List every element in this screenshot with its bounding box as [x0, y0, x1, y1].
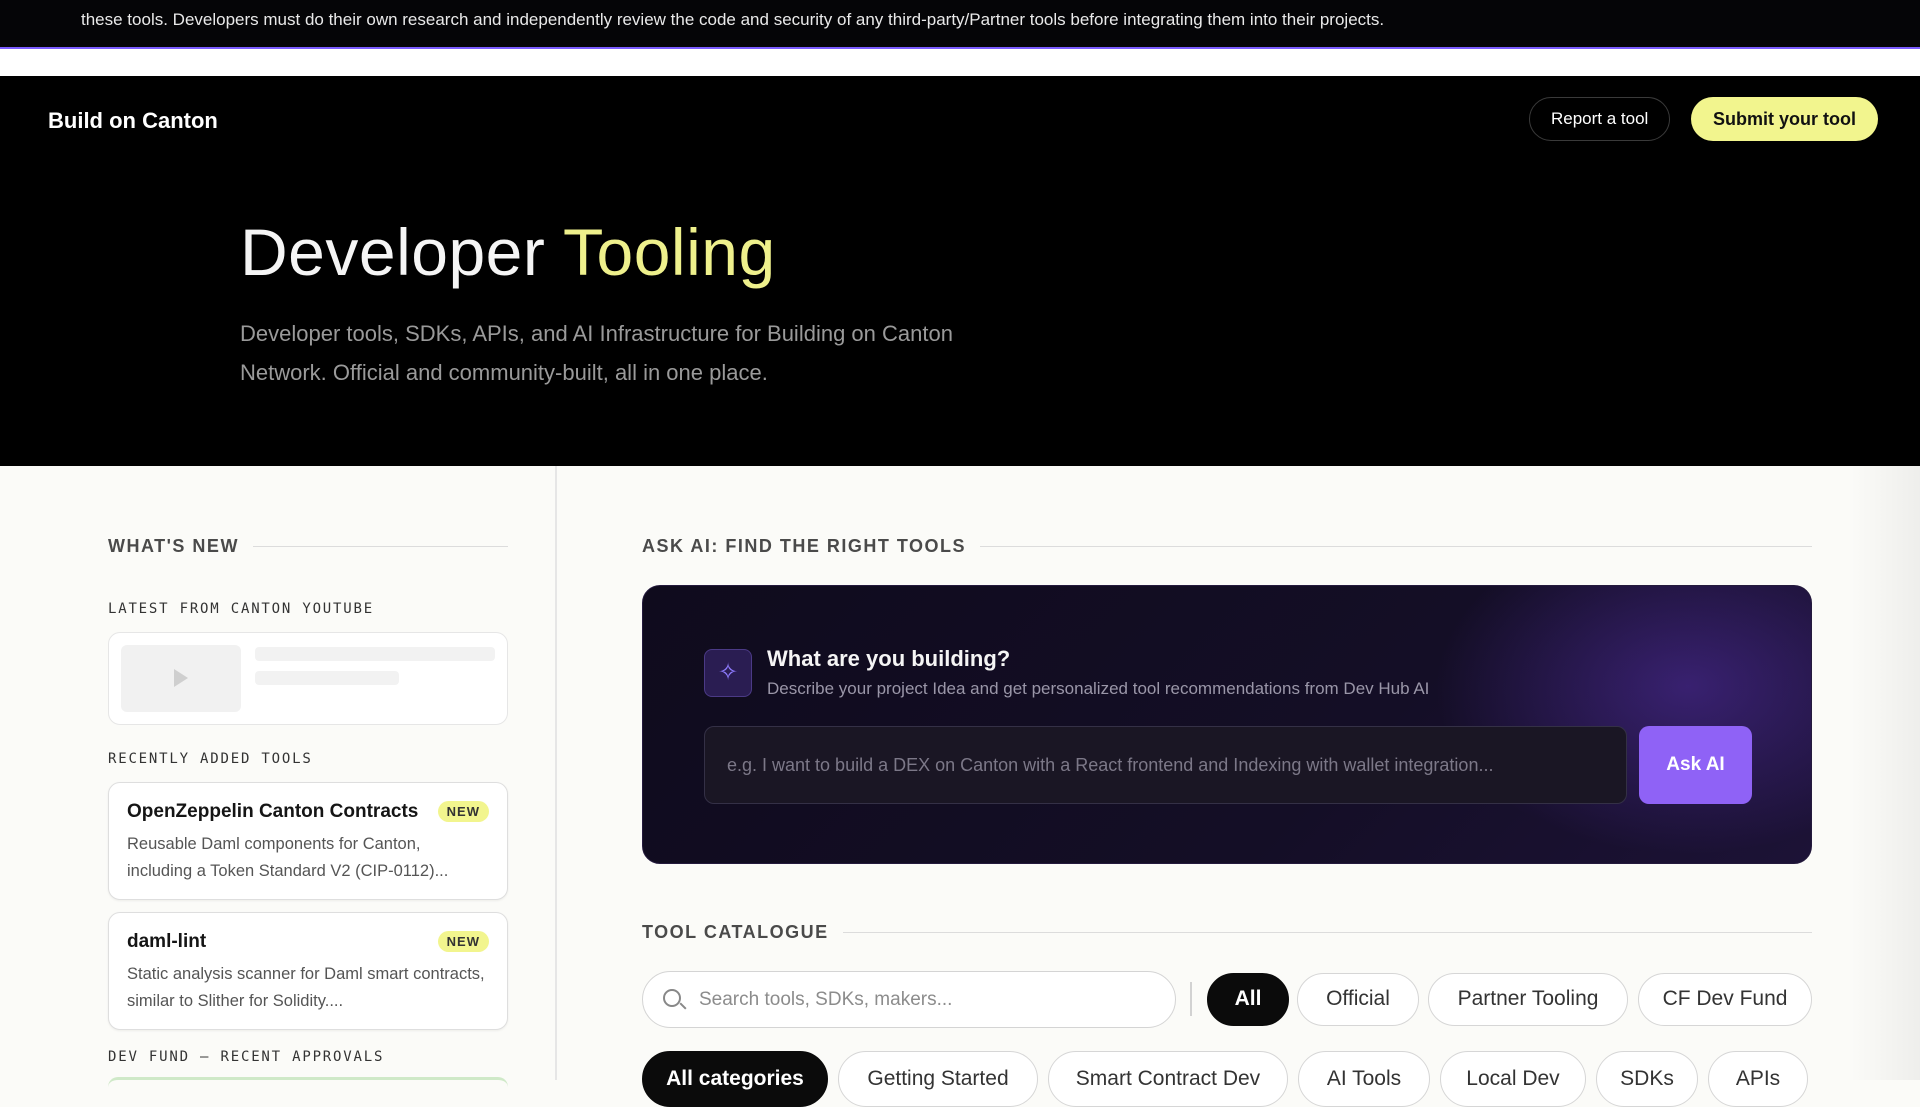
new-badge: NEW: [437, 801, 489, 822]
report-tool-button[interactable]: Report a tool: [1529, 97, 1671, 141]
whats-new-panel: WHAT'S NEW LATEST FROM CANTON YOUTUBE RE…: [0, 466, 557, 1080]
heading-rule: [842, 932, 1812, 933]
youtube-video-card[interactable]: [108, 632, 508, 725]
devfund-card[interactable]: [108, 1077, 508, 1087]
banner-gap: [0, 49, 1920, 76]
catalogue-search: [642, 971, 1176, 1028]
ask-ai-subtitle: Describe your project Idea and get perso…: [767, 679, 1430, 698]
disclaimer-banner: these tools. Developers must do their ow…: [0, 0, 1920, 49]
whats-new-heading: WHAT'S NEW: [108, 536, 508, 557]
ask-ai-input[interactable]: [704, 726, 1627, 804]
filter-cf-dev-fund[interactable]: CF Dev Fund: [1638, 973, 1812, 1026]
tool-description: Reusable Daml components for Canton, inc…: [127, 835, 449, 880]
filter-official[interactable]: Official: [1297, 973, 1419, 1026]
disclaimer-text: these tools. Developers must do their ow…: [81, 10, 1385, 29]
ask-ai-heading: ASK AI: FIND THE RIGHT TOOLS: [642, 536, 1812, 557]
sparkle-icon: ✧: [704, 649, 752, 697]
tool-name: OpenZeppelin Canton Contracts: [127, 801, 419, 822]
hero-section: Build on Canton Report a tool Submit you…: [0, 76, 1920, 466]
whats-new-heading-text: WHAT'S NEW: [108, 536, 239, 556]
recent-tools-heading: RECENTLY ADDED TOOLS: [108, 751, 313, 767]
category-apis[interactable]: APIs: [1708, 1051, 1808, 1107]
heading-rule: [252, 546, 508, 547]
new-badge: NEW: [437, 931, 489, 952]
search-icon: [663, 989, 681, 1007]
tool-name: daml-lint: [127, 931, 207, 952]
category-smart-contract-dev[interactable]: Smart Contract Dev: [1048, 1051, 1288, 1107]
ask-ai-heading-text: ASK AI: FIND THE RIGHT TOOLS: [642, 536, 966, 556]
youtube-heading: LATEST FROM CANTON YOUTUBE: [108, 601, 374, 617]
filter-all[interactable]: All: [1207, 973, 1289, 1026]
category-ai-tools[interactable]: AI Tools: [1298, 1051, 1430, 1107]
recent-tool-card[interactable]: daml-lint NEW Static analysis scanner fo…: [108, 912, 508, 1030]
devfund-heading: DEV FUND — RECENT APPROVALS: [108, 1049, 385, 1065]
video-thumbnail: [121, 645, 241, 712]
catalogue-heading-text: TOOL CATALOGUE: [642, 922, 829, 942]
category-all[interactable]: All categories: [642, 1051, 828, 1107]
divider: [1190, 982, 1192, 1016]
edge-shadow: [1850, 466, 1920, 1080]
catalogue-heading: TOOL CATALOGUE: [642, 922, 1812, 943]
tool-description: Static analysis scanner for Daml smart c…: [127, 965, 485, 1010]
play-icon: [174, 669, 188, 687]
ask-ai-title: What are you building?: [767, 646, 1011, 671]
recent-tool-card[interactable]: OpenZeppelin Canton Contracts NEW Reusab…: [108, 782, 508, 900]
category-local-dev[interactable]: Local Dev: [1440, 1051, 1586, 1107]
search-input[interactable]: [697, 972, 1157, 1027]
submit-tool-button[interactable]: Submit your tool: [1691, 97, 1878, 141]
filter-partner-tooling[interactable]: Partner Tooling: [1428, 973, 1628, 1026]
title-accent: Tooling: [563, 215, 776, 289]
video-meta-placeholder: [255, 671, 399, 685]
ask-ai-button[interactable]: Ask AI: [1639, 726, 1752, 804]
category-getting-started[interactable]: Getting Started: [838, 1051, 1038, 1107]
page-title: Developer Tooling: [240, 214, 776, 290]
title-main: Developer: [240, 215, 546, 289]
category-sdks[interactable]: SDKs: [1596, 1051, 1698, 1107]
video-title-placeholder: [255, 647, 495, 661]
heading-rule: [980, 546, 1812, 547]
ask-ai-card: ✧ What are you building? Describe your p…: [642, 585, 1812, 864]
hero-description: Developer tools, SDKs, APIs, and AI Infr…: [240, 321, 953, 385]
brand-link[interactable]: Build on Canton: [48, 108, 218, 134]
